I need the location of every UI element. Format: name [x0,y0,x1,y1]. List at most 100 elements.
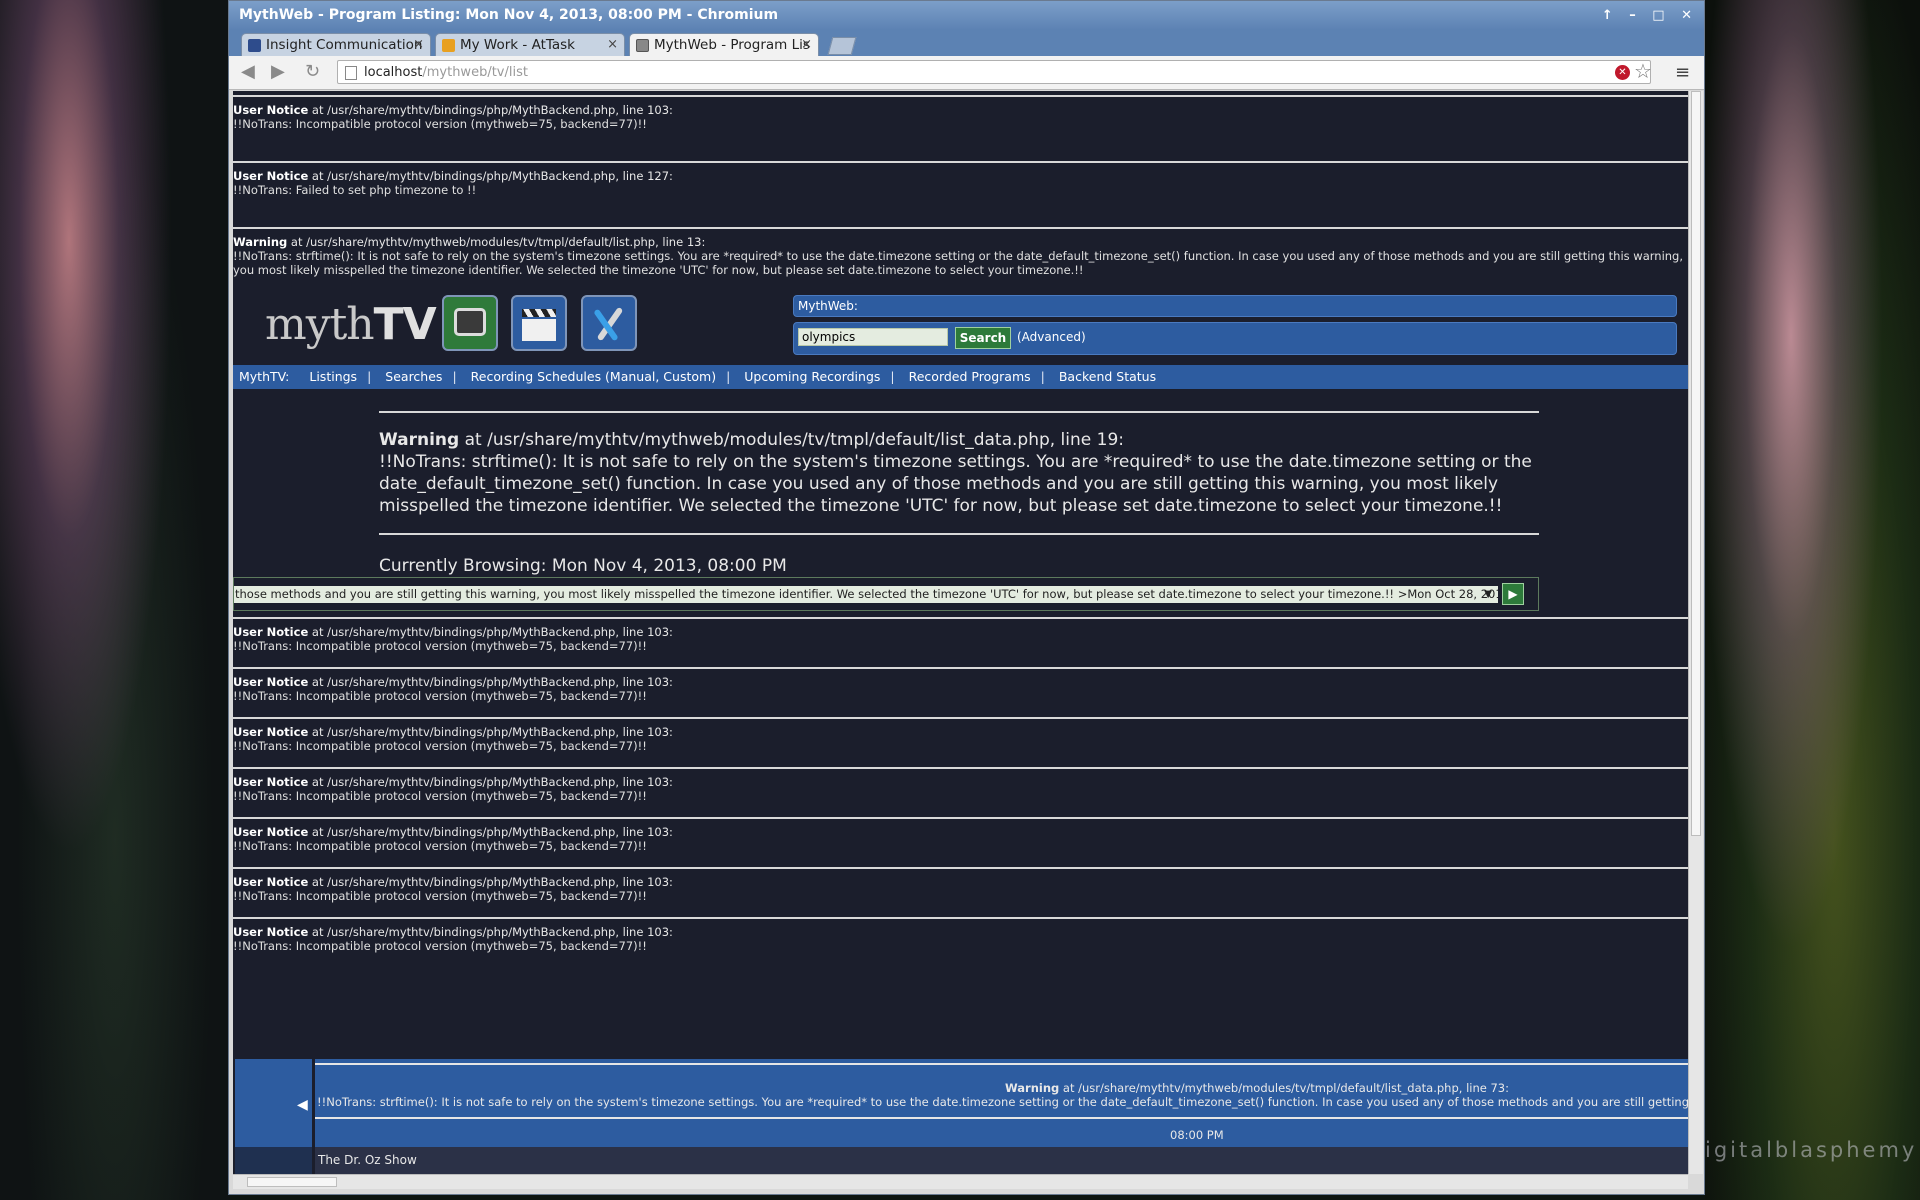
notice-location: at /usr/share/mythtv/bindings/php/MythBa… [308,775,673,789]
close-icon[interactable]: × [801,34,812,56]
menu-item-upcoming-recordings[interactable]: Upcoming Recordings [744,369,880,384]
menu-separator: | [367,369,372,384]
tab-label: Insight Communication [266,37,423,53]
scrollbar-thumb[interactable] [1691,91,1701,836]
search-input[interactable] [798,328,948,346]
mythweb-header: mythTV MythWeb: Search (Advanced) [233,289,1688,363]
mythweb-label: MythWeb: [798,299,858,313]
warning-location: at /usr/share/mythtv/mythweb/modules/tv/… [459,430,1125,450]
warning-message: !!NoTrans: strftime(): It is not safe to… [379,452,1532,516]
menu-item-listings[interactable]: Listings [309,369,357,384]
notice-location: at /usr/share/mythtv/bindings/php/MythBa… [308,725,673,739]
menu-prefix: MythTV: [239,369,290,384]
mythtv-logo[interactable]: mythTV [265,299,437,350]
notice-block: User Notice at /usr/share/mythtv/binding… [233,617,1688,661]
notice-message: !!NoTrans: Incompatible protocol version… [233,739,647,753]
browser-toolbar: ◀ ▶ ↻ localhost/mythweb/tv/list ✕ ☆ ≡ [229,56,1704,90]
error-message: !!NoTrans: strftime(): It is not safe to… [233,249,1684,277]
menu-item-recorded-programs[interactable]: Recorded Programs [909,369,1031,384]
tab-label: MythWeb - Program Lis [654,37,810,53]
mythweb-label-bar: MythWeb: [793,295,1677,317]
window-titlebar: MythWeb - Program Listing: Mon Nov 4, 20… [229,1,1704,30]
browser-window: MythWeb - Program Listing: Mon Nov 4, 20… [228,0,1705,1195]
video-clapper-icon[interactable] [511,295,567,351]
attask-icon [442,39,455,52]
close-icon[interactable]: × [413,34,424,56]
warning-type: Warning [1005,1081,1060,1095]
menu-item-backend-status[interactable]: Backend Status [1059,369,1156,384]
menu-item-recording-schedules[interactable]: Recording Schedules (Manual, Custom) [471,369,716,384]
tab-label: My Work - AtTask [460,37,575,53]
menu-separator: | [726,369,731,384]
notice-message: !!NoTrans: Incompatible protocol version… [233,939,647,953]
notice-location: at /usr/share/mythtv/bindings/php/MythBa… [308,875,673,889]
vertical-scrollbar[interactable] [1688,91,1703,1174]
date-select-value: those methods and you are still getting … [235,587,1498,601]
notice-block: User Notice at /usr/share/mythtv/binding… [233,867,1688,911]
notice-message: !!NoTrans: Incompatible protocol version… [233,889,647,903]
error-message: !!NoTrans: Incompatible protocol version… [233,117,647,131]
logo-myth: myth [265,299,375,350]
tab-attask[interactable]: My Work - AtTask × [435,33,625,56]
wallpaper-watermark: igitalblasphemy [1705,1138,1918,1162]
scrollbar-thumb[interactable] [247,1177,337,1187]
insight-icon [248,39,261,52]
advanced-search-link[interactable]: (Advanced) [1017,330,1086,344]
error-block: User Notice at /usr/share/mythtv/binding… [233,95,1688,139]
url-host: localhost [364,65,423,80]
settings-tools-icon[interactable] [581,295,637,351]
blocked-icon[interactable]: ✕ [1615,65,1630,80]
search-row: Search (Advanced) [793,322,1677,355]
error-type: User Notice [233,103,309,117]
back-icon[interactable]: ◀ [241,61,255,82]
grid-left-column: ◀ [235,1059,312,1174]
search-button[interactable]: Search [955,327,1011,349]
tab-insight[interactable]: Insight Communication × [241,33,431,56]
bookmark-star-icon[interactable]: ☆ [1634,59,1652,83]
tv-icon[interactable] [442,295,498,351]
window-controls[interactable]: ↑ – □ ✕ [1602,1,1698,30]
error-message: !!NoTrans: Failed to set php timezone to… [233,183,477,197]
tab-strip: Insight Communication × My Work - AtTask… [229,30,1704,56]
error-type: User Notice [233,169,309,183]
menu-separator: | [1040,369,1045,384]
window-title: MythWeb - Program Listing: Mon Nov 4, 20… [239,7,779,23]
desktop-wallpaper-right [1705,0,1920,1200]
chevron-down-icon: ▼ [1484,589,1492,600]
error-location: at /usr/share/mythtv/bindings/php/MythBa… [308,103,673,117]
notice-type: User Notice [233,875,309,889]
divider [315,1117,1688,1119]
menu-item-searches[interactable]: Searches [385,369,442,384]
currently-browsing: Currently Browsing: Mon Nov 4, 2013, 08:… [379,556,787,576]
scroll-left-icon[interactable]: ◀ [297,1097,308,1113]
new-tab-button[interactable] [827,37,857,55]
error-location: at /usr/share/mythtv/bindings/php/MythBa… [308,169,673,183]
menu-icon[interactable]: ≡ [1675,62,1690,83]
forward-icon[interactable]: ▶ [271,61,285,82]
date-select[interactable]: those methods and you are still getting … [234,586,1498,603]
logo-tv: TV [373,299,437,350]
notice-type: User Notice [233,925,309,939]
program-grid: ◀ Warning at /usr/share/mythtv/mythweb/m… [235,1059,1688,1174]
notice-block: User Notice at /usr/share/mythtv/binding… [233,667,1688,711]
notice-location: at /usr/share/mythtv/bindings/php/MythBa… [308,825,673,839]
reload-icon[interactable]: ↻ [305,61,320,82]
top-error-list: User Notice at /usr/share/mythtv/binding… [233,91,1688,285]
notice-type: User Notice [233,725,309,739]
notice-type: User Notice [233,775,309,789]
main-menu: MythTV: Listings | Searches | Recording Sc… [233,365,1688,389]
program-cell[interactable]: The Dr. Oz Show [315,1147,1688,1174]
horizontal-scrollbar[interactable] [233,1174,1688,1189]
go-button[interactable]: ▶ [1502,583,1524,605]
notice-block: User Notice at /usr/share/mythtv/binding… [233,717,1688,761]
error-location: at /usr/share/mythtv/mythweb/modules/tv/… [287,235,706,249]
notice-list: User Notice at /usr/share/mythtv/binding… [233,611,1688,961]
address-bar[interactable]: localhost/mythweb/tv/list [337,60,1651,84]
close-icon[interactable]: × [607,34,618,56]
notice-message: !!NoTrans: Incompatible protocol version… [233,839,647,853]
tab-mythweb[interactable]: MythWeb - Program Lis × [629,33,819,56]
error-block: User Notice at /usr/share/mythtv/binding… [233,161,1688,205]
notice-block: User Notice at /usr/share/mythtv/binding… [233,817,1688,861]
grid-header: Warning at /usr/share/mythtv/mythweb/mod… [315,1059,1688,1147]
notice-block: User Notice at /usr/share/mythtv/binding… [233,767,1688,811]
